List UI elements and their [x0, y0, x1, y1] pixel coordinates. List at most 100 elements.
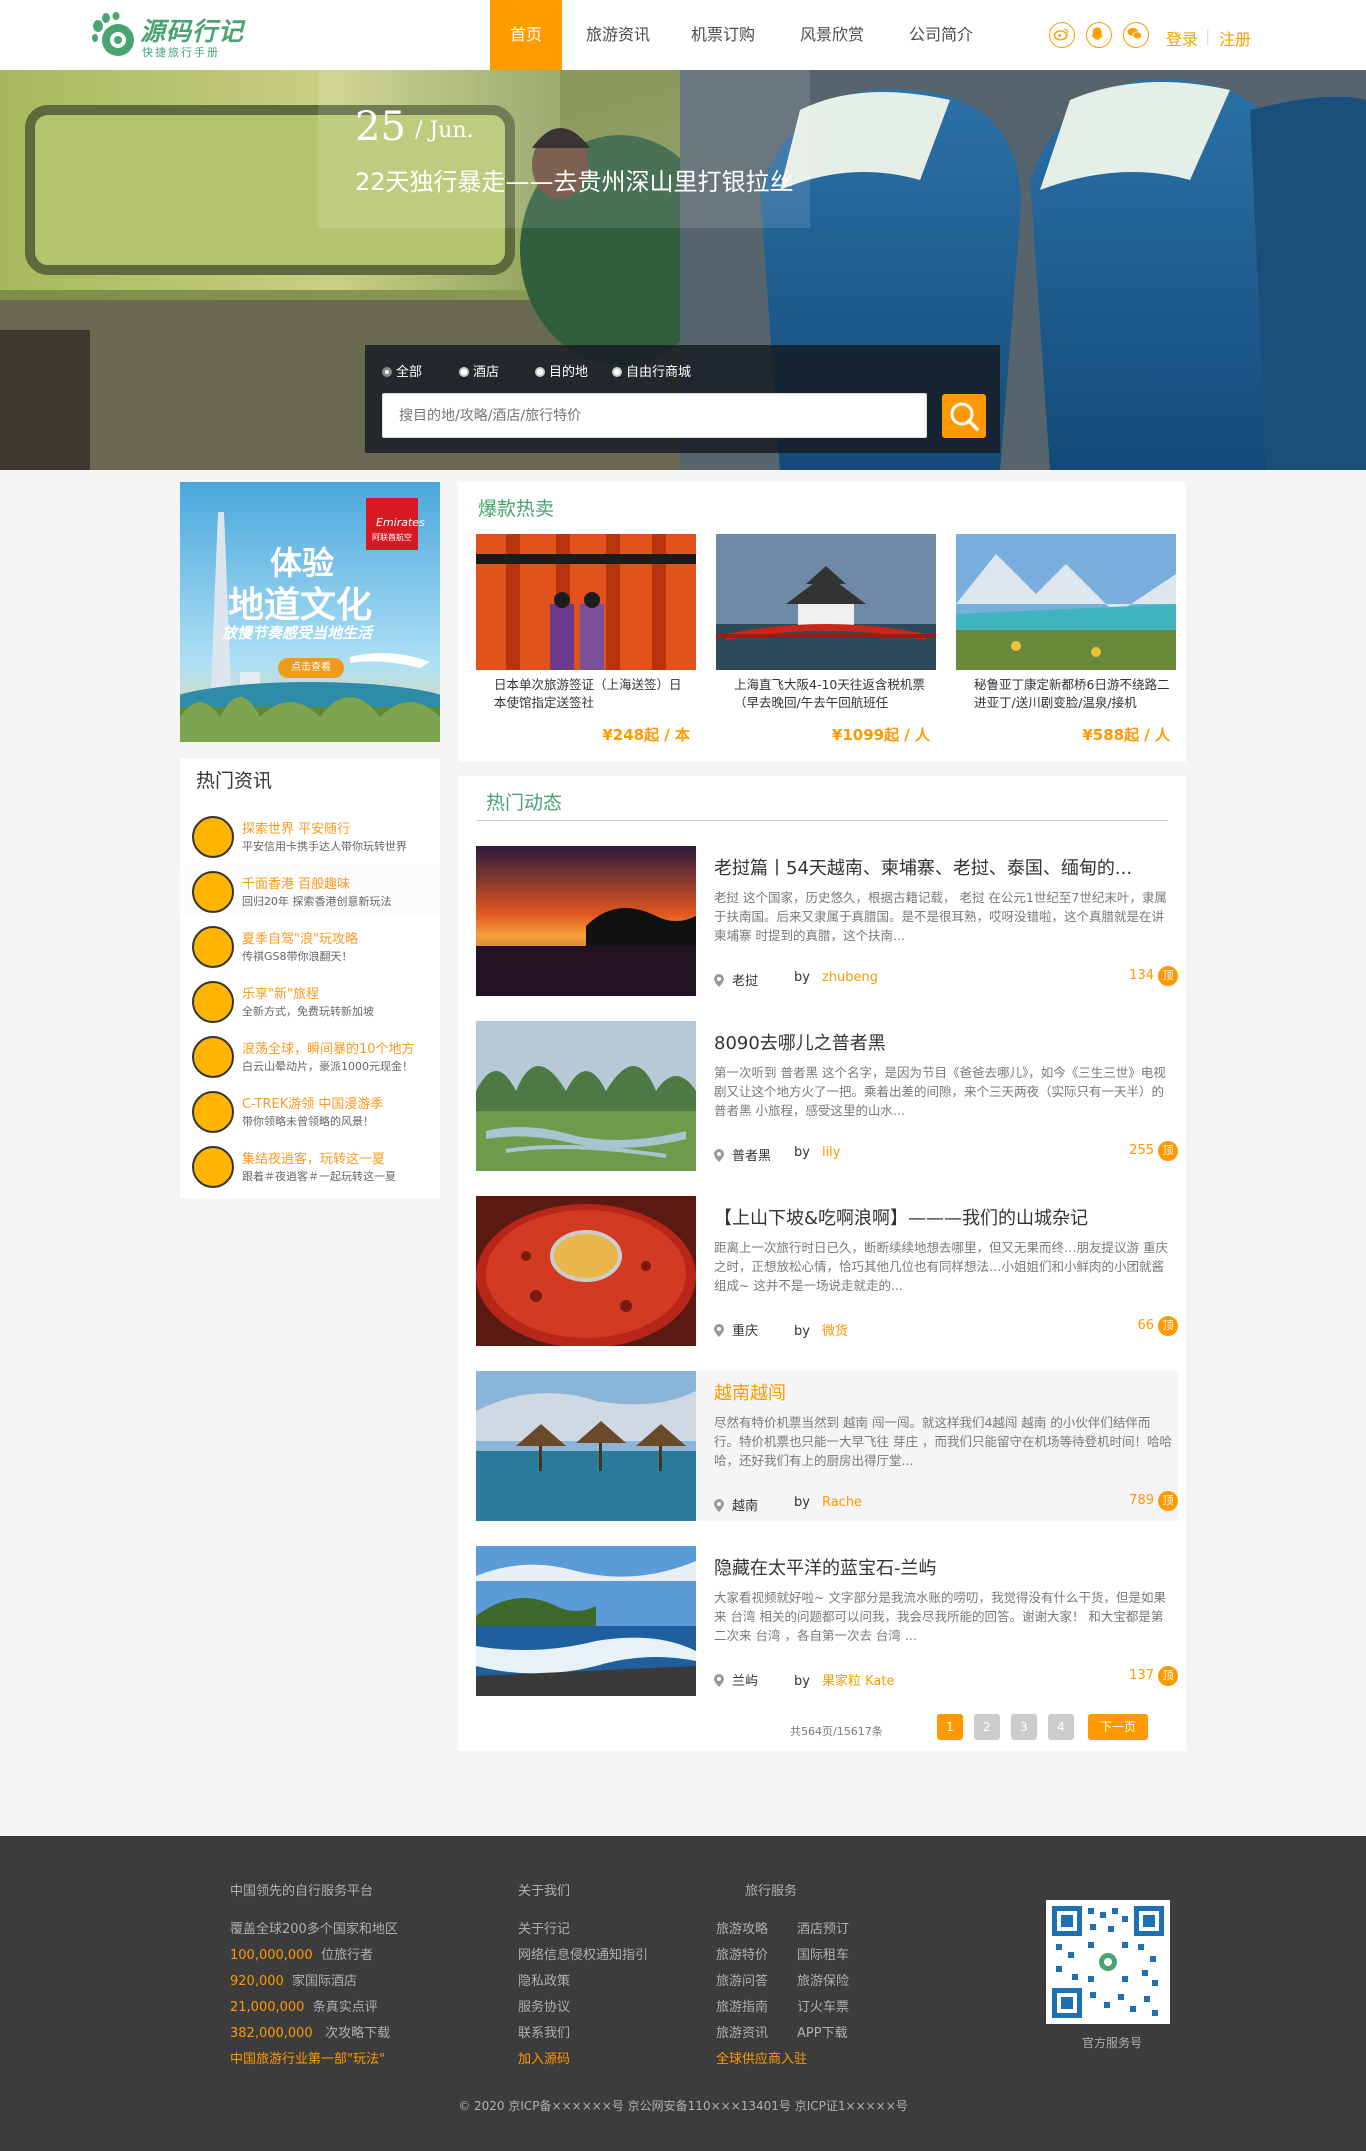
emirates-ad[interactable]: Emirates 阿联酋航空 体验 地道文化 放慢节奏感受当地生活 点击查看	[180, 482, 440, 742]
location-pin-icon	[714, 1149, 724, 1162]
hot-dynamic-panel: 热门动态 老挝篇丨54天越南、柬埔寨、老挝、泰国、缅甸的... 老挝 这个国家，…	[458, 776, 1186, 1751]
radio-icon	[535, 367, 545, 377]
logo-footprint-icon	[92, 12, 134, 56]
news-item[interactable]: 探索世界 平安随行 平安信用卡携手达人带你玩转世界	[180, 810, 440, 862]
qq-icon[interactable]	[1086, 22, 1112, 48]
umbrella-icon	[192, 816, 234, 858]
nav-scenery[interactable]: 风景欣赏	[794, 0, 870, 70]
footer-link[interactable]: APP下载	[797, 2022, 848, 2041]
news-item[interactable]: 夏季自驾"浪"玩攻略 传祺GS8带你浪翻天！	[180, 920, 440, 972]
sale-card[interactable]: 日本单次旅游签证（上海送签）日本使馆指定送签社 ¥248起 / 本	[476, 534, 696, 744]
banner-title[interactable]: 22天独行暴走——去贵州深山里打银拉丝	[355, 162, 794, 197]
upvote-button[interactable]: 顶	[1158, 1491, 1178, 1511]
sale-card[interactable]: 上海直飞大阪4-10天往返含税机票（早去晚回/午去午回航班任 ¥1099起 / …	[716, 534, 936, 744]
author-link[interactable]: 果家粒 Kate	[822, 1674, 895, 1689]
register-link[interactable]: 注册	[1219, 26, 1251, 50]
post-title[interactable]: 越南越闯	[714, 1379, 1174, 1405]
footer-link[interactable]: 旅游特价	[716, 1944, 768, 1963]
footer-link[interactable]: 隐私政策	[518, 1970, 570, 1989]
logo[interactable]: 源码行记 快捷旅行手册	[90, 10, 260, 60]
footer-link[interactable]: 联系我们	[518, 2022, 570, 2041]
upvote-button[interactable]: 顶	[1158, 1666, 1178, 1686]
login-link[interactable]: 登录	[1166, 26, 1198, 50]
page-button-1[interactable]: 1	[937, 1714, 963, 1740]
sale-card[interactable]: 秘鲁亚丁康定新都桥6日游不绕路二进亚丁/送川剧变脸/温泉/接机 ¥588起 / …	[956, 534, 1176, 744]
news-title: 夏季自驾"浪"玩攻略	[242, 932, 358, 947]
search-option-all[interactable]: 全部	[382, 361, 422, 380]
footer-link[interactable]: 国际租车	[797, 1944, 849, 1963]
ad-tagline: 放慢节奏感受当地生活	[222, 624, 373, 642]
post-item[interactable]: 隐藏在太平洋的蓝宝石-兰屿 大家看视频就好啦~ 文字部分是我流水账的唠叨，我觉得…	[476, 1546, 1178, 1696]
next-page-button[interactable]: 下一页	[1088, 1714, 1148, 1740]
footer-link[interactable]: 酒店预订	[797, 1918, 849, 1937]
footer-link[interactable]: 关于行记	[518, 1918, 570, 1937]
footer-link[interactable]: 旅游问答	[716, 1970, 768, 1989]
post-title[interactable]: 8090去哪儿之普者黑	[714, 1029, 1174, 1055]
post-item[interactable]: 8090去哪儿之普者黑 第一次听到 普者黑 这个名字，是因为节目《爸爸去哪儿》，…	[476, 1021, 1178, 1171]
footer-join-link[interactable]: 加入源码	[518, 2048, 570, 2067]
qr-label: 官方服务号	[1082, 2036, 1143, 2050]
footer-supplier-link[interactable]: 全球供应商入驻	[716, 2048, 807, 2067]
search-panel: 全部 酒店 目的地 自由行商城	[365, 345, 1000, 453]
page-button-3[interactable]: 3	[1011, 1714, 1037, 1740]
hotpot-image	[476, 1196, 696, 1346]
osaka-castle-image	[716, 534, 936, 670]
search-button[interactable]	[942, 394, 986, 438]
post-location: 越南	[714, 1495, 758, 1514]
post-author: by 微货	[794, 1324, 848, 1339]
post-title[interactable]: 隐藏在太平洋的蓝宝石-兰屿	[714, 1554, 1174, 1580]
footer-link[interactable]: 旅游资讯	[716, 2022, 768, 2041]
author-link[interactable]: lily	[822, 1145, 841, 1160]
post-title[interactable]: 老挝篇丨54天越南、柬埔寨、老挝、泰国、缅甸的...	[714, 854, 1174, 880]
post-location: 普者黑	[714, 1145, 771, 1164]
hot-news-panel: 热门资讯 探索世界 平安随行 平安信用卡携手达人带你玩转世界 千面香港 百般趣味回…	[180, 758, 440, 1198]
logo-subtitle: 快捷旅行手册	[142, 46, 220, 59]
author-link[interactable]: zhubeng	[822, 970, 878, 985]
ad-view-button[interactable]: 点击查看	[278, 658, 344, 678]
author-link[interactable]: 微货	[822, 1324, 848, 1339]
page-button-2[interactable]: 2	[974, 1714, 1000, 1740]
footer-link[interactable]: 服务协议	[518, 1996, 570, 2015]
upvote-button[interactable]: 顶	[1158, 1141, 1178, 1161]
footer-link[interactable]: 订火车票	[797, 1996, 849, 2015]
post-item[interactable]: 老挝篇丨54天越南、柬埔寨、老挝、泰国、缅甸的... 老挝 这个国家，历史悠久，…	[476, 846, 1178, 996]
search-input[interactable]	[382, 393, 927, 438]
nav-travel-news[interactable]: 旅游资讯	[578, 0, 658, 70]
footer-slogan[interactable]: 中国旅游行业第一部"玩法"	[230, 2048, 385, 2067]
upvote-button[interactable]: 顶	[1158, 966, 1178, 986]
nav-flight-booking[interactable]: 机票订购	[685, 0, 761, 70]
author-link[interactable]: Rache	[822, 1495, 862, 1510]
search-option-destination[interactable]: 目的地	[535, 361, 588, 380]
search-option-free-travel[interactable]: 自由行商城	[612, 361, 691, 380]
post-author: by 果家粒 Kate	[794, 1674, 895, 1689]
upvote-button[interactable]: 顶	[1158, 1316, 1178, 1336]
post-title[interactable]: 【上山下坡&吃啊浪啊】———我们的山城杂记	[714, 1204, 1174, 1230]
nav-company[interactable]: 公司简介	[903, 0, 979, 70]
footer-link[interactable]: 旅游攻略	[716, 1918, 768, 1937]
post-like-count: 789	[1129, 1493, 1154, 1508]
post-item[interactable]: 【上山下坡&吃啊浪啊】———我们的山城杂记 距离上一次旅行时日已久，断断续续地想…	[476, 1196, 1178, 1346]
post-location: 重庆	[714, 1320, 758, 1339]
banner-day: 25	[355, 104, 406, 150]
news-item[interactable]: C-TREK游领 中国漫游季 带你领略未曾领略的风景！	[180, 1085, 440, 1137]
footer-link[interactable]: 旅游保险	[797, 1970, 849, 1989]
banner-month: / Jun.	[415, 118, 474, 143]
post-location: 兰屿	[714, 1670, 758, 1689]
post-description: 大家看视频就好啦~ 文字部分是我流水账的唠叨，我觉得没有什么干货，但是如果来 台…	[714, 1590, 1166, 1643]
news-item[interactable]: 浪荡全球，瞬间暴的10个地方 白云山晕动片，豪派1000元现金！	[180, 1030, 440, 1082]
search-option-hotel[interactable]: 酒店	[459, 361, 499, 380]
weibo-icon[interactable]	[1049, 22, 1075, 48]
sale-card-text: 上海直飞大阪4-10天往返含税机票（早去晚回/午去午回航班任	[734, 677, 925, 710]
post-item[interactable]: 越南越闯 尽然有特价机票当然到 越南 闯一闯。就这样我们4越闯 越南 的小伙伴们…	[476, 1371, 1178, 1521]
news-item[interactable]: 集结夜逍客，玩转这一夏 跟着＃夜逍客＃一起玩转这一夏	[180, 1140, 440, 1192]
news-item[interactable]: 乐享"新"旅程 全新方式，免费玩转新加坡	[180, 975, 440, 1027]
footer-col1-title: 中国领先的自行服务平台	[230, 1884, 374, 1899]
news-item[interactable]: 千面香港 百般趣味 回归20年 探索香港创意新玩法	[180, 865, 440, 917]
wechat-icon[interactable]	[1123, 22, 1149, 48]
footer-link[interactable]: 旅游指南	[716, 1996, 768, 2015]
footer-link[interactable]: 网络信息侵权通知指引	[518, 1944, 648, 1963]
nav-home[interactable]: 首页	[490, 0, 562, 70]
radio-icon	[612, 367, 622, 377]
footer-stat: 21,000,000 条真实点评	[230, 2000, 378, 2015]
page-button-4[interactable]: 4	[1048, 1714, 1074, 1740]
